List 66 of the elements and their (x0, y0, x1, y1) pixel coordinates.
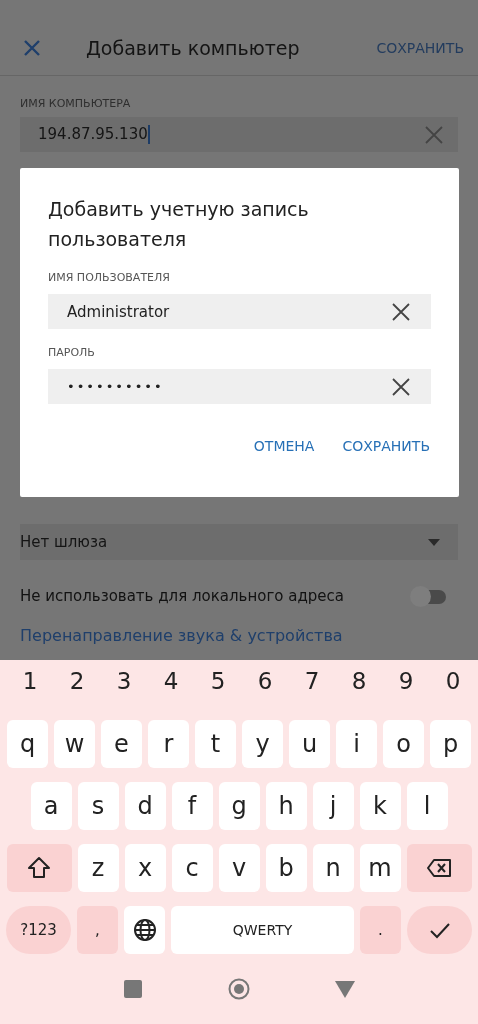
shift-icon (26, 855, 52, 881)
key[interactable]: k (359, 782, 401, 830)
key[interactable]: x (124, 844, 166, 892)
key[interactable]: , (77, 906, 118, 954)
globe-icon (131, 917, 158, 943)
key[interactable]: t (195, 720, 236, 768)
space-key[interactable]: QWERTY (171, 906, 354, 954)
key[interactable]: r (148, 720, 189, 768)
key[interactable]: n (312, 844, 354, 892)
key[interactable]: e (101, 720, 142, 768)
field-label: ПАРОЛЬ (48, 346, 96, 359)
save-button[interactable]: СОХРАНИТЬ (342, 438, 430, 454)
key[interactable]: w (54, 720, 95, 768)
number-key[interactable]: 7 (299, 668, 325, 700)
key[interactable]: i (336, 720, 377, 768)
key[interactable]: s (77, 782, 119, 830)
key[interactable]: a (30, 782, 72, 830)
home-icon[interactable] (228, 978, 250, 1000)
clear-icon[interactable] (391, 301, 411, 322)
symbols-key[interactable]: ?123 (6, 906, 71, 954)
number-key[interactable]: 6 (252, 668, 278, 700)
clear-icon[interactable] (391, 376, 411, 397)
key[interactable]: g (218, 782, 260, 830)
toggle-label: Не использовать для локального адреса (20, 587, 344, 605)
key[interactable]: u (289, 720, 330, 768)
backspace-key[interactable] (406, 844, 472, 892)
key[interactable]: o (383, 720, 424, 768)
dialog-title: Добавить учетную запись пользователя (48, 197, 310, 252)
password-field[interactable]: •••••••••• (48, 369, 431, 404)
key[interactable]: y (242, 720, 283, 768)
computer-name-field[interactable]: 194.87.95.130 (20, 117, 458, 152)
key[interactable]: z (77, 844, 119, 892)
screen-title: Добавить компьютер (86, 36, 301, 59)
key[interactable]: . (360, 906, 401, 954)
number-key[interactable]: 2 (64, 668, 90, 700)
key[interactable]: m (359, 844, 401, 892)
number-key[interactable]: 0 (440, 668, 466, 700)
number-key[interactable]: 4 (158, 668, 184, 700)
recents-icon[interactable] (122, 978, 144, 1000)
number-key[interactable]: 8 (346, 668, 372, 700)
key[interactable]: l (406, 782, 448, 830)
number-key[interactable]: 3 (111, 668, 137, 700)
shift-key[interactable] (6, 844, 72, 892)
gateway-dropdown[interactable]: Нет шлюза (20, 524, 458, 560)
field-label: ИМЯ КОМПЬЮТЕРА (20, 97, 132, 110)
toggle-switch[interactable] (410, 586, 446, 606)
language-key[interactable] (124, 906, 165, 954)
field-label: ИМЯ ПОЛЬЗОВАТЕЛЯ (48, 271, 171, 284)
number-key[interactable]: 1 (17, 668, 43, 700)
enter-key[interactable] (407, 906, 472, 954)
back-icon[interactable] (334, 978, 356, 1000)
key[interactable]: d (124, 782, 166, 830)
key[interactable]: h (265, 782, 307, 830)
dropdown-caret-icon (428, 538, 440, 546)
key[interactable]: v (218, 844, 260, 892)
number-key[interactable]: 9 (393, 668, 419, 700)
number-key[interactable]: 5 (205, 668, 231, 700)
key[interactable]: q (7, 720, 48, 768)
key[interactable]: c (171, 844, 213, 892)
username-field[interactable]: Administrator (48, 294, 431, 329)
cancel-button[interactable]: ОТМЕНА (253, 438, 315, 454)
key[interactable]: j (312, 782, 354, 830)
key[interactable]: b (265, 844, 307, 892)
close-icon[interactable] (22, 37, 42, 58)
key[interactable]: p (430, 720, 471, 768)
key[interactable]: f (171, 782, 213, 830)
